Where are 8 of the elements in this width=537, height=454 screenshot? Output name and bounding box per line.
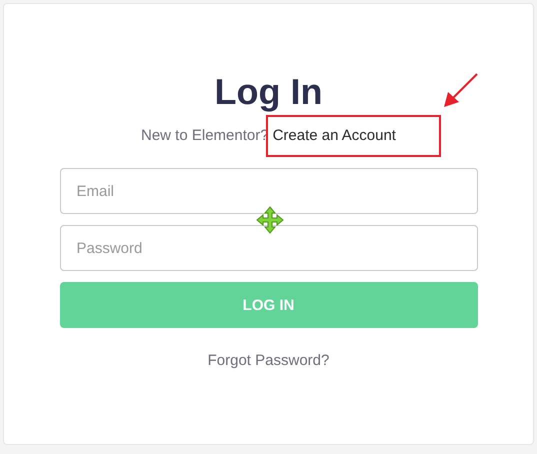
- email-field[interactable]: Email: [60, 168, 478, 214]
- forgot-password-link[interactable]: Forgot Password?: [208, 351, 330, 371]
- signup-prompt: New to Elementor?: [141, 126, 269, 146]
- create-account-link[interactable]: Create an Account: [272, 126, 396, 146]
- page-title: Log In: [214, 72, 322, 112]
- password-field[interactable]: Password: [60, 225, 478, 271]
- annotation-arrow: [444, 73, 478, 107]
- move-cursor-icon: [256, 206, 284, 234]
